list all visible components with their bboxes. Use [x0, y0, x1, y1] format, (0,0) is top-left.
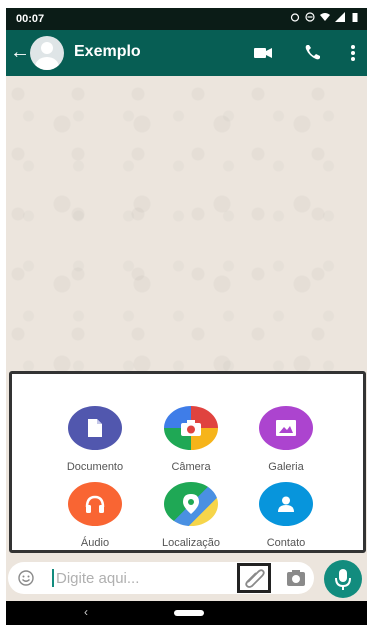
camera-icon — [181, 420, 201, 436]
status-time: 00:07 — [16, 13, 45, 25]
paperclip-icon — [245, 569, 265, 588]
message-input[interactable]: Digite aqui... — [8, 562, 314, 594]
gallery-icon — [276, 420, 296, 436]
document-icon — [88, 419, 102, 437]
microphone-icon — [335, 569, 351, 590]
chat-wallpaper — [6, 76, 367, 371]
nav-home-pill[interactable] — [174, 610, 204, 616]
message-placeholder: Digite aqui... — [56, 570, 140, 587]
whatsapp-chat-screen: 00:07 ← Exemplo Documento Câmera Galeria… — [6, 8, 367, 625]
system-nav-bar: ‹ — [6, 601, 367, 625]
attach-contact-label: Contato — [266, 537, 306, 549]
battery-icon — [352, 13, 358, 22]
signal-icon — [335, 12, 345, 22]
attachment-panel: Documento Câmera Galeria Áudio Localizaç… — [9, 371, 366, 553]
attach-camera-button[interactable]: Câmera — [146, 406, 236, 473]
avatar[interactable] — [30, 36, 64, 70]
message-input-bar: Digite aqui... — [6, 555, 367, 601]
more-options-icon[interactable] — [342, 42, 364, 64]
text-cursor — [52, 569, 54, 587]
nav-back-icon[interactable]: ‹ — [84, 605, 88, 619]
attach-document-button[interactable]: Documento — [50, 406, 140, 473]
attach-contact-button[interactable]: Contato — [241, 482, 331, 549]
voice-record-button[interactable] — [324, 560, 362, 598]
contact-icon — [278, 496, 294, 512]
app-bar: ← Exemplo — [6, 30, 367, 76]
status-icons — [290, 12, 360, 22]
do-not-disturb-icon — [305, 12, 315, 22]
status-bar: 00:07 — [6, 8, 367, 30]
attach-gallery-label: Galeria — [268, 461, 304, 473]
headphones-icon — [85, 495, 105, 513]
location-icon — [183, 494, 199, 514]
attach-audio-button[interactable]: Áudio — [50, 482, 140, 549]
emoji-icon[interactable] — [18, 570, 34, 586]
attach-gallery-button[interactable]: Galeria — [241, 406, 331, 473]
attach-location-button[interactable]: Localização — [146, 482, 236, 549]
alarm-icon — [290, 13, 300, 22]
attach-document-label: Documento — [66, 461, 124, 473]
attach-camera-label: Câmera — [171, 461, 211, 473]
back-arrow-icon[interactable]: ← — [10, 42, 30, 62]
attach-location-label: Localização — [161, 537, 221, 549]
video-call-icon[interactable] — [252, 42, 274, 64]
camera-button-icon[interactable] — [286, 569, 306, 587]
attach-audio-label: Áudio — [80, 537, 110, 549]
wifi-icon — [320, 13, 330, 21]
phone-call-icon[interactable] — [302, 42, 324, 64]
chat-title[interactable]: Exemplo — [74, 43, 141, 61]
attach-button[interactable] — [237, 563, 271, 593]
